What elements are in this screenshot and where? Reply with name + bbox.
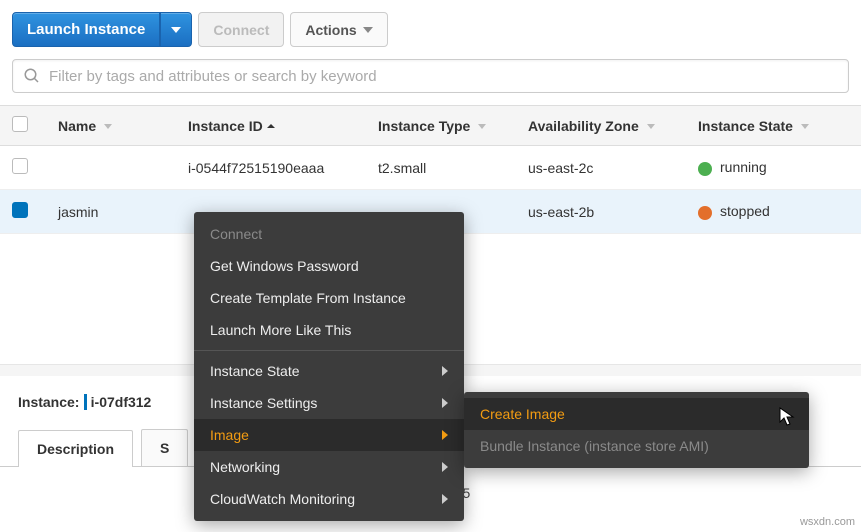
menu-cloudwatch[interactable]: CloudWatch Monitoring — [194, 483, 464, 515]
col-availability-zone[interactable]: Availability Zone — [516, 106, 686, 146]
caret-down-icon — [363, 27, 373, 33]
select-all-checkbox[interactable] — [12, 116, 28, 132]
search-bar[interactable] — [12, 59, 849, 93]
col-instance-state[interactable]: Instance State — [686, 106, 861, 146]
menu-get-windows-password[interactable]: Get Windows Password — [194, 250, 464, 282]
cell-availability-zone: us-east-2b — [516, 190, 686, 234]
cell-instance-state: stopped — [686, 190, 861, 234]
launch-instance-button[interactable]: Launch Instance — [12, 12, 160, 47]
chevron-right-icon — [442, 430, 448, 440]
menu-create-template[interactable]: Create Template From Instance — [194, 282, 464, 314]
menu-instance-settings[interactable]: Instance Settings — [194, 387, 464, 419]
table-row[interactable]: i-0544f72515190eaaa t2.small us-east-2c … — [0, 146, 861, 190]
cursor-icon — [779, 407, 795, 427]
row-checkbox[interactable] — [12, 202, 28, 218]
submenu-create-image[interactable]: Create Image — [464, 398, 809, 430]
caret-down-icon — [104, 124, 112, 129]
submenu-bundle-instance: Bundle Instance (instance store AMI) — [464, 430, 809, 462]
caret-down-icon — [478, 124, 486, 129]
selected-instance-id: i-07df312 — [84, 394, 152, 410]
cell-name: jasmin — [46, 190, 176, 234]
col-instance-id[interactable]: Instance ID — [176, 106, 366, 146]
cell-availability-zone: us-east-2c — [516, 146, 686, 190]
actions-button[interactable]: Actions — [290, 12, 387, 47]
menu-connect: Connect — [194, 218, 464, 250]
connect-button: Connect — [198, 12, 284, 47]
sort-asc-icon — [267, 124, 275, 130]
search-input[interactable] — [49, 68, 838, 85]
menu-networking[interactable]: Networking — [194, 451, 464, 483]
watermark: wsxdn.com — [800, 516, 855, 528]
menu-separator — [194, 350, 464, 351]
status-dot-icon — [698, 162, 712, 176]
chevron-right-icon — [442, 462, 448, 472]
col-instance-type[interactable]: Instance Type — [366, 106, 516, 146]
launch-instance-dropdown[interactable] — [160, 12, 192, 47]
status-dot-icon — [698, 206, 712, 220]
row-checkbox[interactable] — [12, 158, 28, 174]
col-name[interactable]: Name — [46, 106, 176, 146]
chevron-right-icon — [442, 366, 448, 376]
tab-description[interactable]: Description — [18, 430, 133, 467]
context-menu: Connect Get Windows Password Create Temp… — [194, 212, 464, 521]
cell-instance-type: t2.small — [366, 146, 516, 190]
menu-launch-more[interactable]: Launch More Like This — [194, 314, 464, 346]
search-icon — [23, 67, 41, 85]
caret-down-icon — [647, 124, 655, 129]
chevron-right-icon — [442, 398, 448, 408]
caret-down-icon — [801, 124, 809, 129]
chevron-right-icon — [442, 494, 448, 504]
menu-instance-state[interactable]: Instance State — [194, 355, 464, 387]
cell-instance-id: i-0544f72515190eaaa — [176, 146, 366, 190]
cell-instance-state: running — [686, 146, 861, 190]
toolbar: Launch Instance Connect Actions — [0, 0, 861, 59]
caret-down-icon — [171, 27, 181, 33]
cell-name — [46, 146, 176, 190]
submenu-image: Create Image Bundle Instance (instance s… — [464, 392, 809, 468]
menu-image[interactable]: Image — [194, 419, 464, 451]
tab-second[interactable]: S — [141, 429, 188, 466]
